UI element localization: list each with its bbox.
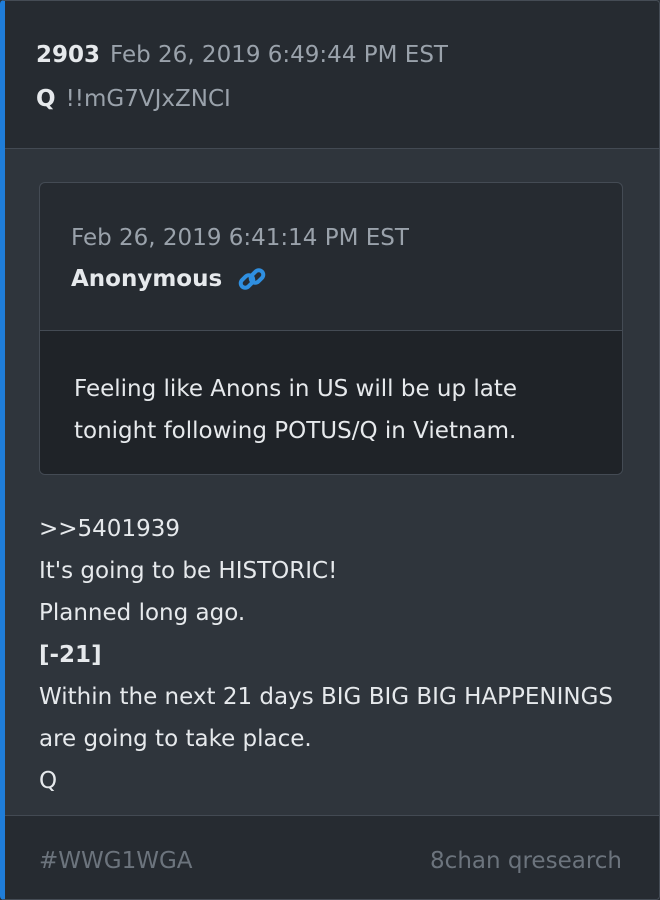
body-line: Planned long ago. bbox=[39, 600, 246, 626]
post-card: 2903 Feb 26, 2019 6:49:44 PM EST Q !!mG7VJ… bbox=[0, 0, 660, 900]
post-header: 2903 Feb 26, 2019 6:49:44 PM EST Q !!mG7VJ… bbox=[5, 1, 659, 149]
post-tripcode: !!mG7VJxZNCI bbox=[65, 86, 231, 112]
quoted-post: Feb 26, 2019 6:41:14 PM EST Anonymous Fe… bbox=[39, 182, 623, 475]
post-number[interactable]: 2903 bbox=[36, 42, 100, 68]
body-line: It's going to be HISTORIC! bbox=[39, 558, 338, 584]
post-meta-line: 2903 Feb 26, 2019 6:49:44 PM EST bbox=[36, 39, 448, 71]
post-author-line: Q !!mG7VJxZNCI bbox=[36, 83, 231, 115]
post-footer: #WWG1WGA 8chan qresearch bbox=[5, 815, 659, 899]
body-line: Within the next 21 days BIG BIG BIG HAPP… bbox=[39, 684, 614, 752]
post-author: Q bbox=[36, 86, 56, 112]
post-body: >>5401939 It's going to be HISTORIC! Pla… bbox=[39, 508, 639, 802]
body-line-bold: [-21] bbox=[39, 642, 102, 668]
reply-link[interactable]: >>5401939 bbox=[39, 508, 639, 550]
quoted-post-timestamp: Feb 26, 2019 6:41:14 PM EST bbox=[71, 225, 409, 251]
quoted-post-author: Anonymous bbox=[71, 266, 223, 292]
quoted-post-header: Feb 26, 2019 6:41:14 PM EST Anonymous bbox=[40, 183, 622, 331]
quoted-post-text: Feeling like Anons in US will be up late… bbox=[74, 376, 518, 444]
quoted-post-body: Feeling like Anons in US will be up late… bbox=[40, 331, 622, 474]
post-timestamp: Feb 26, 2019 6:49:44 PM EST bbox=[110, 42, 448, 68]
board-name: 8chan qresearch bbox=[430, 848, 622, 874]
link-icon[interactable] bbox=[236, 263, 268, 295]
hashtag: #WWG1WGA bbox=[39, 848, 193, 874]
body-signature: Q bbox=[39, 768, 58, 794]
